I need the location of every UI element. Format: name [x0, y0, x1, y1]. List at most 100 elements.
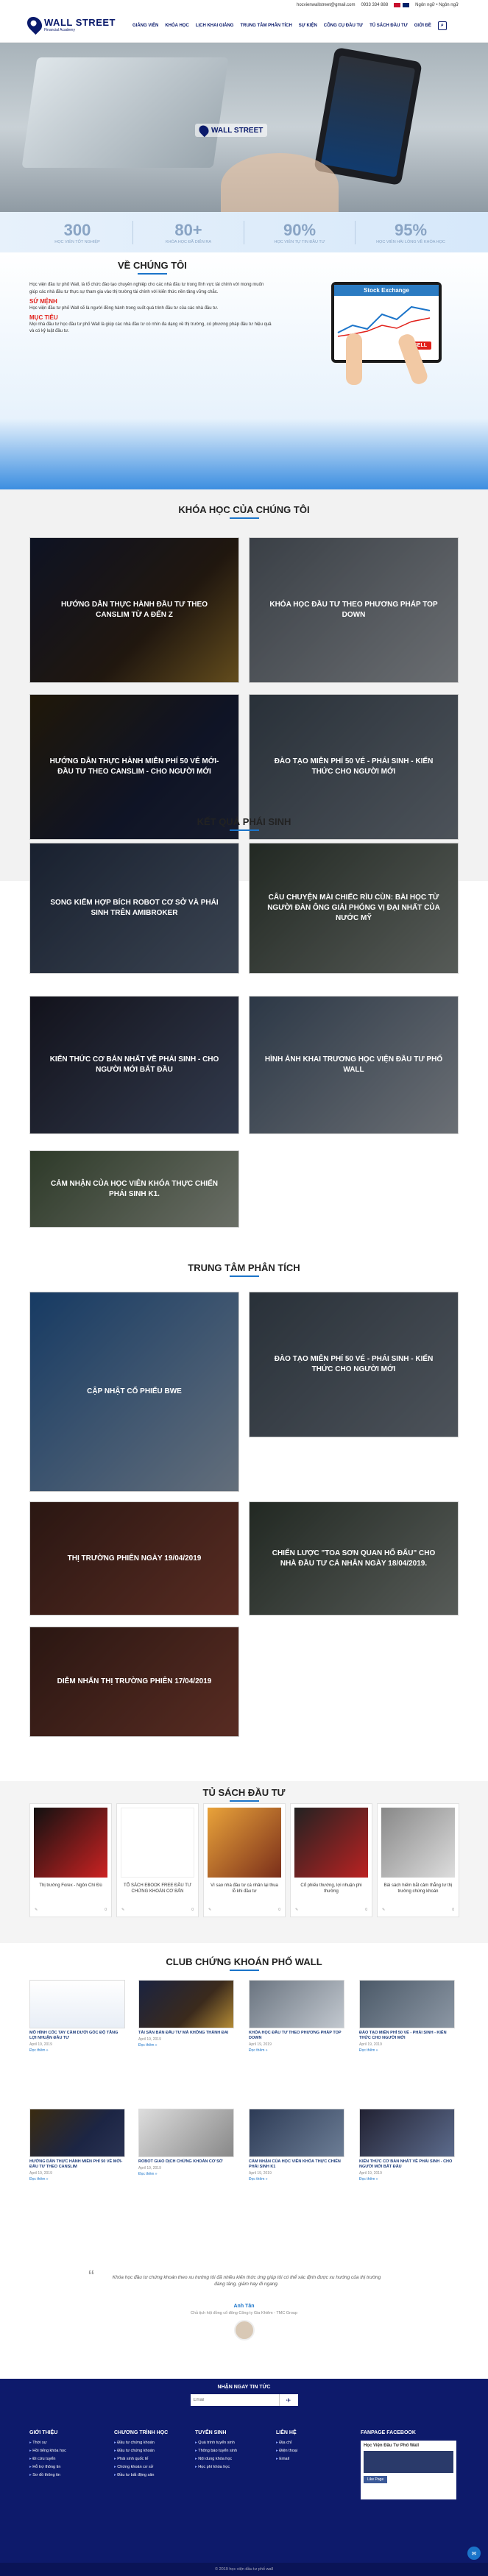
nav-item[interactable]: TRUNG TÂM PHÂN TÍCH [240, 24, 291, 30]
read-more-link[interactable]: Đọc thêm » [359, 2177, 455, 2182]
footer-link[interactable]: Hồi tiếng khóa học [29, 2447, 66, 2455]
footer-link[interactable]: Đầu tư bất động sản [114, 2471, 168, 2480]
footer-link[interactable]: Email [276, 2455, 297, 2463]
derivative-card-title[interactable]: HÌNH ẢNH KHAI TRƯƠNG HỌC VIỆN ĐẦU TƯ PHỐ… [250, 997, 458, 1133]
analysis-card-title[interactable]: CẬP NHẬT CỔ PHIẾU BWE [30, 1292, 238, 1491]
derivative-card[interactable]: CÂU CHUYỆN MÀI CHIẾC RÌU CÙN: BÀI HỌC TỪ… [249, 843, 459, 974]
read-more-link[interactable]: Đọc thêm » [249, 2177, 344, 2182]
read-more-link[interactable]: Đọc thêm » [359, 2048, 455, 2053]
post-title[interactable]: ĐÀO TẠO MIỄN PHÍ 50 VÉ - PHÁI SINH - KIẾ… [359, 2031, 455, 2041]
post-title[interactable]: CẢM NHẬN CỦA HỌC VIÊN KHÓA THỰC CHIẾN PH… [249, 2159, 344, 2170]
analysis-card[interactable]: CHIẾN LƯỢC "TOA SƠN QUAN HỔ ĐẤU" CHO NHÀ… [249, 1501, 459, 1616]
newsletter-email-input[interactable] [190, 2394, 279, 2406]
book-title[interactable]: Cổ phiếu thường, lợi nhuận phi thường [291, 1881, 372, 1896]
post-image[interactable] [359, 2109, 455, 2157]
derivative-card-title[interactable]: SONG KIẾM HỢP BÍCH ROBOT CƠ SỞ VÀ PHÁI S… [30, 843, 238, 973]
course-card[interactable]: KHÓA HỌC ĐẦU TƯ THEO PHƯƠNG PHÁP TOP DOW… [249, 537, 459, 683]
club-post[interactable]: CẢM NHẬN CỦA HỌC VIÊN KHÓA THỰC CHIẾN PH… [249, 2109, 344, 2193]
flag-vn-icon[interactable] [394, 3, 401, 7]
post-title[interactable]: KHÓA HỌC ĐẦU TƯ THEO PHƯƠNG PHÁP TOP DOW… [249, 2031, 344, 2041]
nav-item[interactable]: SỰ KIỆN [299, 24, 317, 30]
nav-item[interactable]: LỊCH KHAI GIẢNG [196, 24, 234, 30]
nav-item[interactable]: CÔNG CỤ ĐẦU TƯ [324, 24, 363, 30]
post-image[interactable] [249, 2109, 344, 2157]
read-more-link[interactable]: Đọc thêm » [29, 2048, 125, 2053]
facebook-page-name[interactable]: Học Viện Đầu Tư Phố Wall [361, 2441, 456, 2451]
club-post[interactable]: MÔ HÌNH CỐC TAY CẦM DƯỚI GÓC ĐỘ TĂNG LỢI… [29, 1980, 125, 2064]
book-cover[interactable] [208, 1808, 281, 1878]
site-logo[interactable]: WALL STREET Financial Academy [24, 13, 116, 35]
book-title[interactable]: Vì sao nhà đầu tư cá nhân lại thua lỗ kh… [204, 1881, 285, 1896]
analysis-card[interactable]: DIỄM NHẤN THỊ TRƯỜNG PHIÊN 17/04/2019 [29, 1627, 239, 1737]
post-image[interactable] [29, 2109, 125, 2157]
derivative-card-title[interactable]: KIẾN THỨC CƠ BẢN NHẤT VỀ PHÁI SINH - CHO… [30, 997, 238, 1133]
derivative-card-title[interactable]: CÂU CHUYỆN MÀI CHIẾC RÌU CÙN: BÀI HỌC TỪ… [250, 843, 458, 973]
book-card[interactable]: Cổ phiếu thường, lợi nhuận phi thường ✎ 0 [290, 1803, 372, 1917]
footer-link[interactable]: Thời sự [29, 2439, 66, 2447]
book-card[interactable]: Thị trường Forex - Ngôn Chí Đù ✎ 0 [29, 1803, 112, 1917]
derivative-card[interactable]: CẢM NHẬN CỦA HỌC VIÊN KHÓA THỰC CHIẾN PH… [29, 1150, 239, 1228]
footer-link[interactable]: Đầu tư chứng khoán [114, 2439, 168, 2447]
club-post[interactable]: KHÓA HỌC ĐẦU TƯ THEO PHƯƠNG PHÁP TOP DOW… [249, 1980, 344, 2064]
footer-link[interactable]: Đầu tư chứng khoán [114, 2447, 168, 2455]
book-card[interactable]: Bài sách hiếm bắt cảm thẳng tư thị trườn… [377, 1803, 459, 1917]
post-title[interactable]: ROBOT GIAO DỊCH CHỨNG KHOÁN CƠ SỞ [138, 2159, 234, 2165]
footer-link[interactable]: Thông báo tuyển sinh [195, 2447, 237, 2455]
post-image[interactable] [138, 2109, 234, 2157]
search-icon[interactable]: ⌕ [437, 21, 447, 30]
language-label[interactable]: Ngôn ngữ • Ngôn ngữ [415, 3, 459, 7]
footer-link[interactable]: Nội dung khóa học [195, 2455, 237, 2463]
phone-text[interactable]: 0933 334 888 [361, 3, 388, 7]
post-title[interactable]: TÀI SẢN BẢN ĐẦU TƯ MÀ KHÔNG THÀNH ĐAI [138, 2031, 234, 2036]
email-text[interactable]: hocvienwallstreet@gmail.com [297, 3, 355, 7]
nav-item[interactable]: KHÓA HỌC [165, 24, 188, 30]
derivative-card[interactable]: HÌNH ẢNH KHAI TRƯƠNG HỌC VIỆN ĐẦU TƯ PHỐ… [249, 996, 459, 1134]
read-more-link[interactable]: Đọc thêm » [249, 2048, 344, 2053]
post-image[interactable] [138, 1980, 234, 2028]
analysis-card-title[interactable]: CHIẾN LƯỢC "TOA SƠN QUAN HỔ ĐẤU" CHO NHÀ… [250, 1502, 458, 1615]
nav-item[interactable]: GIẢNG VIÊN [132, 24, 158, 30]
footer-link[interactable]: Sơ đồ thông tin [29, 2471, 66, 2480]
analysis-card-title[interactable]: THỊ TRƯỜNG PHIÊN NGÀY 19/04/2019 [30, 1502, 238, 1615]
course-card[interactable]: HƯỚNG DẪN THỰC HÀNH ĐẦU TƯ THEO CANSLIM … [29, 537, 239, 683]
book-title[interactable]: Thị trường Forex - Ngôn Chí Đù [30, 1881, 111, 1890]
post-image[interactable] [249, 1980, 344, 2028]
club-post[interactable]: KIẾN THỨC CƠ BẢN NHẤT VỀ PHÁI SINH - CHO… [359, 2109, 455, 2193]
book-cover[interactable] [34, 1808, 107, 1878]
footer-link[interactable]: Điện thoại [276, 2447, 297, 2455]
book-title[interactable]: Bài sách hiếm bắt cảm thẳng tư thị trườn… [378, 1881, 459, 1896]
analysis-card[interactable]: THỊ TRƯỜNG PHIÊN NGÀY 19/04/2019 [29, 1501, 239, 1616]
course-card-title[interactable]: HƯỚNG DẪN THỰC HÀNH ĐẦU TƯ THEO CANSLIM … [30, 538, 238, 682]
post-image[interactable] [29, 1980, 125, 2028]
footer-link[interactable]: Học phí khóa học [195, 2463, 237, 2471]
post-image[interactable] [359, 1980, 455, 2028]
derivative-card[interactable]: SONG KIẾM HỢP BÍCH ROBOT CƠ SỞ VÀ PHÁI S… [29, 843, 239, 974]
nav-item[interactable]: TỦ SÁCH ĐẦU TƯ [369, 24, 408, 30]
club-post[interactable]: ROBOT GIAO DỊCH CHỨNG KHOÁN CƠ SỞ April … [138, 2109, 234, 2193]
derivative-card[interactable]: KIẾN THỨC CƠ BẢN NHẤT VỀ PHÁI SINH - CHO… [29, 996, 239, 1134]
analysis-card-title[interactable]: DIỄM NHẤN THỊ TRƯỜNG PHIÊN 17/04/2019 [30, 1627, 238, 1736]
analysis-card[interactable]: CẬP NHẬT CỔ PHIẾU BWE [29, 1292, 239, 1492]
club-post[interactable]: TÀI SẢN BẢN ĐẦU TƯ MÀ KHÔNG THÀNH ĐAI Ap… [138, 1980, 234, 2064]
book-card[interactable]: Vì sao nhà đầu tư cá nhân lại thua lỗ kh… [203, 1803, 286, 1917]
post-title[interactable]: MÔ HÌNH CỐC TAY CẦM DƯỚI GÓC ĐỘ TĂNG LỢI… [29, 2031, 125, 2041]
language-flags[interactable] [394, 3, 410, 7]
nav-item[interactable]: GIỚI ĐỀ [414, 24, 431, 30]
footer-link[interactable]: Đi cứu tuyển [29, 2455, 66, 2463]
read-more-link[interactable]: Đọc thêm » [29, 2177, 125, 2182]
post-title[interactable]: KIẾN THỨC CƠ BẢN NHẤT VỀ PHÁI SINH - CHO… [359, 2159, 455, 2170]
book-cover[interactable] [121, 1808, 194, 1878]
footer-link[interactable]: Hỗ trợ thông tin [29, 2463, 66, 2471]
book-title[interactable]: TỔ SÁCH EBOOK FREE ĐẦU TƯ CHỨNG KHOÁN CƠ… [117, 1881, 198, 1896]
derivative-card-title[interactable]: CẢM NHẬN CỦA HỌC VIÊN KHÓA THỰC CHIẾN PH… [30, 1151, 238, 1227]
analysis-card-title[interactable]: ĐÀO TẠO MIỄN PHÍ 50 VÉ - PHÁI SINH - KIẾ… [250, 1292, 458, 1437]
read-more-link[interactable]: Đọc thêm » [138, 2172, 234, 2176]
flag-en-icon[interactable] [403, 3, 410, 7]
facebook-like-button[interactable]: Like Page [364, 2476, 388, 2483]
book-cover[interactable] [381, 1808, 455, 1878]
read-more-link[interactable]: Đọc thêm » [138, 2043, 234, 2048]
footer-link[interactable]: Quá trình tuyển sinh [195, 2439, 237, 2447]
post-title[interactable]: HƯỚNG DẪN THỰC HÀNH MIỄN PHÍ 50 VÉ MỚI- … [29, 2159, 125, 2170]
book-card[interactable]: TỔ SÁCH EBOOK FREE ĐẦU TƯ CHỨNG KHOÁN CƠ… [116, 1803, 199, 1917]
course-card-title[interactable]: KHÓA HỌC ĐẦU TƯ THEO PHƯƠNG PHÁP TOP DOW… [250, 538, 458, 682]
